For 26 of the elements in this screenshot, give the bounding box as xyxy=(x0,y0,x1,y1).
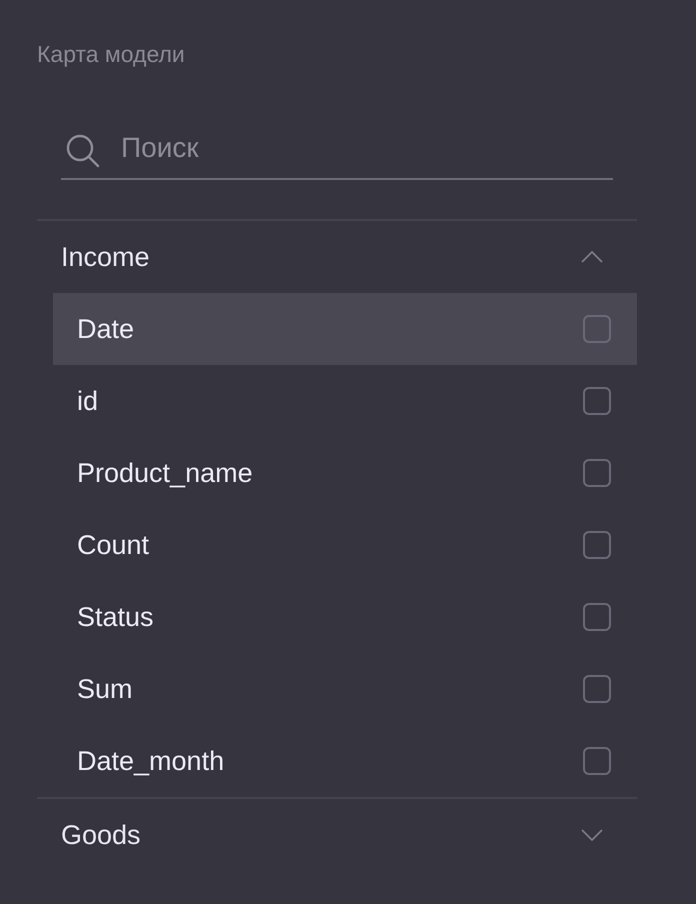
group-header[interactable]: Goods xyxy=(37,799,637,871)
checkbox[interactable] xyxy=(583,459,611,487)
checkbox[interactable] xyxy=(583,387,611,415)
field-item[interactable]: id xyxy=(53,365,637,437)
checkbox[interactable] xyxy=(583,747,611,775)
field-item[interactable]: Date_month xyxy=(53,725,637,797)
field-item[interactable]: Sum xyxy=(53,653,637,725)
field-item[interactable]: Date xyxy=(53,293,637,365)
field-item[interactable]: Product_name xyxy=(53,437,637,509)
field-label: Date xyxy=(77,312,134,346)
field-label: id xyxy=(77,384,98,418)
checkbox[interactable] xyxy=(583,603,611,631)
group-header[interactable]: Income xyxy=(37,221,637,293)
search-field[interactable]: Поиск xyxy=(61,122,613,180)
search-icon xyxy=(66,134,100,168)
field-label: Sum xyxy=(77,672,133,706)
field-label: Count xyxy=(77,528,150,562)
field-label: Product_name xyxy=(77,456,253,490)
field-label: Status xyxy=(77,600,154,634)
panel-title: Карта модели xyxy=(37,41,185,67)
field-label: Date_month xyxy=(77,744,224,778)
checkbox[interactable] xyxy=(583,531,611,559)
checkbox[interactable] xyxy=(583,315,611,343)
field-item[interactable]: Status xyxy=(53,581,637,653)
checkbox[interactable] xyxy=(583,675,611,703)
field-item[interactable]: Count xyxy=(53,509,637,581)
